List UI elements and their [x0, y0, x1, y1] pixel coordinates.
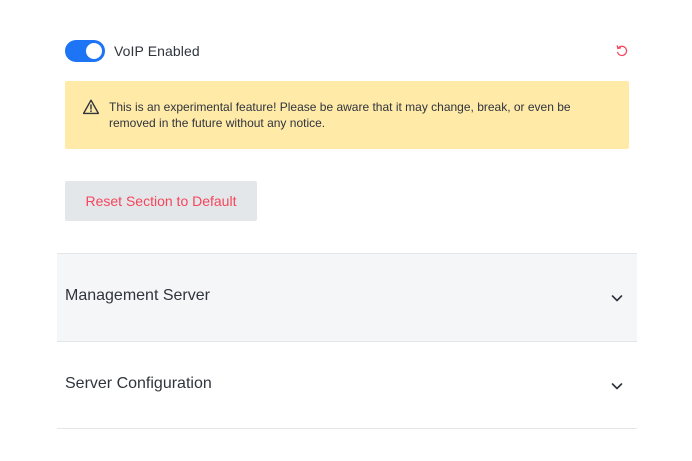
section-title: Management Server [65, 287, 210, 304]
warning-triangle-icon [82, 99, 100, 115]
voip-enabled-setting: VoIP Enabled [65, 40, 629, 62]
reset-section-button[interactable]: Reset Section to Default [65, 181, 257, 221]
admin-settings-page: VoIP Enabled This is an experimental fea… [0, 0, 692, 461]
toggle-knob [86, 43, 102, 59]
section-server-configuration[interactable]: Server Configuration [57, 341, 637, 429]
voip-enabled-label: VoIP Enabled [114, 43, 200, 59]
chevron-down-icon [611, 383, 623, 390]
chevron-down-icon [611, 295, 623, 302]
voip-enabled-toggle[interactable] [65, 40, 105, 62]
section-title: Server Configuration [65, 375, 212, 392]
experimental-warning-callout: This is an experimental feature! Please … [65, 81, 629, 149]
reset-icon[interactable] [615, 44, 629, 58]
section-management-server[interactable]: Management Server [57, 253, 637, 341]
warning-text: This is an experimental feature! Please … [109, 100, 571, 130]
